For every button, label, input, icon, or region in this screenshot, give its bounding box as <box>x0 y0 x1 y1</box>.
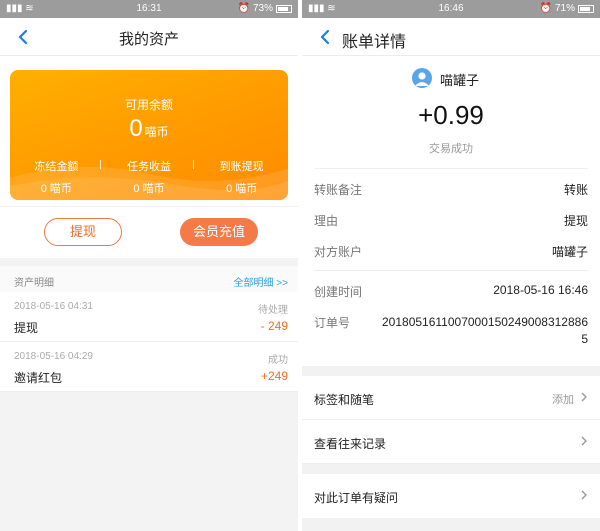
all-details-link[interactable]: 全部明细 >> <box>234 274 288 289</box>
detail-row-counterparty: 对方账户 喵罐子 <box>314 245 588 259</box>
stat-task-income: 任务收益 0 喵币 <box>127 161 171 195</box>
tags-notes-item[interactable]: 标签和随笔 添加 <box>302 376 600 420</box>
back-arrow-icon[interactable] <box>316 27 336 47</box>
battery-percent: 73% <box>252 3 273 14</box>
order-question-item[interactable]: 对此订单有疑问 <box>302 474 600 518</box>
header: 我的资产 <box>0 18 298 56</box>
chevron-right-icon <box>581 490 587 500</box>
list-item[interactable]: 2018-05-16 04:29 成功 邀请红包 +249 <box>0 342 298 392</box>
transaction-status: 交易成功 <box>429 143 473 155</box>
chevron-right-icon <box>581 436 587 446</box>
alarm-icon: ⏰ <box>539 3 552 14</box>
balance-card: 可用余额 0 喵币 冻结金额 0 喵币 任务收益 0 喵币 到账提现 0 喵币 <box>10 70 288 200</box>
avatar-icon <box>412 68 432 88</box>
battery-icon <box>276 4 292 13</box>
stat-frozen: 冻结金额 0 喵币 <box>34 161 79 195</box>
stat-withdrawn: 到账提现 0 喵币 <box>219 161 264 195</box>
battery-icon <box>578 4 594 13</box>
status-bar: ▮▮▮ ≋ 16:46 ⏰ 71% <box>302 0 600 18</box>
balance-label: 可用余额 <box>124 98 173 112</box>
history-records-item[interactable]: 查看往来记录 <box>302 420 600 464</box>
page-title: 账单详情 <box>342 34 407 51</box>
divider <box>193 160 194 169</box>
list-item[interactable]: 2018-05-16 04:31 待处理 提现 - 249 <box>0 292 298 342</box>
balance-value: 0 喵币 <box>129 115 169 142</box>
asset-details-header: 资产明细 全部明细 >> <box>0 266 298 292</box>
battery-percent: 71% <box>554 3 575 14</box>
amount-value: +0.99 <box>418 100 484 130</box>
divider <box>100 160 101 169</box>
withdraw-button[interactable]: 提现 <box>44 218 122 246</box>
detail-row-reason: 理由 提现 <box>314 214 588 228</box>
detail-row-order-number: 订单号 2018051611007000150249008312886 5 <box>314 315 588 346</box>
detail-list: 转账备注 转账 理由 提现 对方账户 喵罐子 创建时间 2018-05-16 1… <box>302 168 600 366</box>
chevron-right-icon <box>581 392 587 402</box>
detail-row-created: 创建时间 2018-05-16 16:46 <box>314 283 588 299</box>
alarm-icon: ⏰ <box>237 3 250 14</box>
recharge-button[interactable]: 会员充值 <box>180 218 258 246</box>
right-screen: ▮▮▮ ≋ 16:46 ⏰ 71% 账单详情 喵罐子 +0.99 交易成功 转账… <box>302 0 600 531</box>
left-screen: ▮▮▮ ≋ 16:31 ⏰ 73% 我的资产 可用余额 0 喵币 冻结金额 0 … <box>0 0 298 531</box>
page-title: 我的资产 <box>118 31 179 48</box>
header: 账单详情 <box>302 18 600 56</box>
user-name: 喵罐子 <box>440 73 480 88</box>
detail-row-remark: 转账备注 转账 <box>314 183 588 197</box>
status-bar: ▮▮▮ ≋ 16:31 ⏰ 73% <box>0 0 298 18</box>
